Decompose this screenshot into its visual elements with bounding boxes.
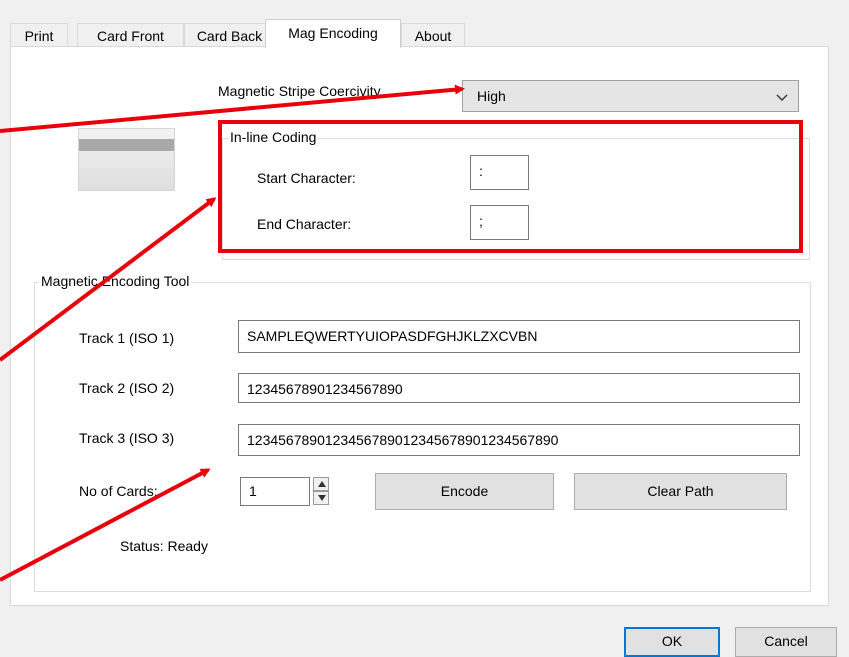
encode-button[interactable]: Encode [375, 473, 554, 510]
track2-label: Track 2 (ISO 2) [79, 380, 175, 396]
mag-stripe [79, 139, 174, 151]
track2-input[interactable]: 12345678901234567890 [238, 373, 800, 403]
coercivity-dropdown[interactable]: High [462, 80, 799, 112]
triangle-up-icon [318, 481, 326, 487]
mag-card-image [78, 128, 175, 191]
track1-input[interactable]: SAMPLEQWERTYUIOPASDFGHJKLZXCVBN [238, 320, 800, 353]
no-of-cards-input[interactable]: 1 [240, 477, 310, 506]
no-of-cards-label: No of Cards: [79, 483, 158, 499]
status-text: Status: Ready [120, 538, 208, 554]
ok-button[interactable]: OK [624, 627, 720, 657]
track3-input[interactable]: 1234567890123456789012345678901234567890 [238, 424, 800, 456]
track1-label: Track 1 (ISO 1) [79, 330, 175, 346]
start-character-input[interactable]: : [470, 155, 529, 190]
triangle-down-icon [318, 495, 326, 501]
inline-coding-title: In-line Coding [228, 129, 319, 145]
tab-print[interactable]: Print [10, 23, 68, 47]
tab-card-back[interactable]: Card Back [184, 23, 275, 47]
tab-about[interactable]: About [401, 23, 465, 47]
encoding-tool-title: Magnetic Encoding Tool [39, 273, 192, 289]
tab-mag-encoding[interactable]: Mag Encoding [265, 19, 401, 48]
end-character-input[interactable]: ; [470, 205, 529, 240]
coercivity-value: High [477, 88, 506, 104]
tab-card-front[interactable]: Card Front [77, 23, 184, 47]
clear-path-button[interactable]: Clear Path [574, 473, 787, 510]
start-character-label: Start Character: [257, 170, 356, 186]
end-character-label: End Character: [257, 216, 352, 232]
coercivity-label: Magnetic Stripe Coercivity [218, 83, 381, 99]
track3-label: Track 3 (ISO 3) [79, 430, 175, 446]
spin-up-button[interactable] [313, 477, 329, 491]
cancel-button[interactable]: Cancel [735, 627, 837, 657]
chevron-down-icon [776, 90, 788, 102]
spin-down-button[interactable] [313, 491, 329, 505]
